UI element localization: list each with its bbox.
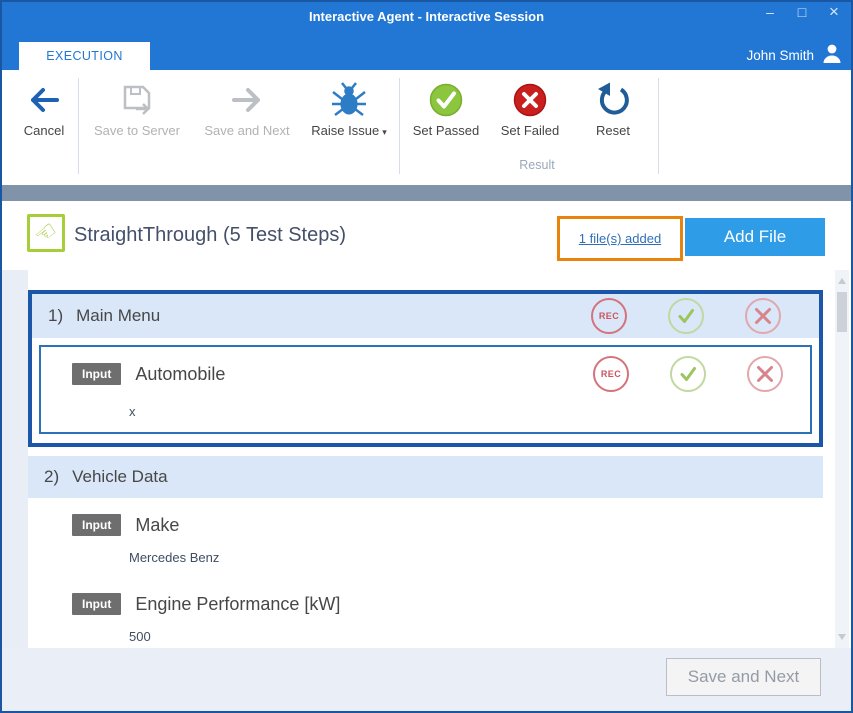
maximize-icon[interactable]: □: [793, 4, 811, 20]
set-passed-button[interactable]: Set Passed: [402, 78, 490, 138]
manual-test-hand-icon: ☜: [27, 214, 65, 252]
user-icon: [821, 42, 843, 69]
test-step-2-header[interactable]: 2) Vehicle Data: [28, 456, 823, 498]
add-file-button[interactable]: Add File: [685, 218, 825, 256]
substep-value: x: [41, 404, 810, 419]
ribbon-separator: [399, 78, 400, 174]
input-badge: Input: [72, 593, 121, 615]
list-gutter: [2, 270, 28, 648]
raise-issue-button[interactable]: Raise Issue▾: [301, 78, 397, 138]
set-failed-button[interactable]: Set Failed: [490, 78, 570, 138]
minimize-icon[interactable]: –: [761, 4, 779, 20]
dropdown-caret-icon: ▾: [382, 127, 387, 137]
save-and-next-footer-button[interactable]: Save and Next: [666, 658, 821, 696]
cancel-button[interactable]: Cancel: [12, 78, 76, 138]
test-header-panel: ☜ StraightThrough (5 Test Steps) 1 file(…: [2, 201, 851, 270]
files-link-highlight-box: 1 file(s) added: [557, 216, 683, 261]
section-divider-bar: [2, 185, 851, 201]
step-failed-icon[interactable]: [745, 298, 781, 334]
save-and-next-button[interactable]: Save and Next: [193, 78, 301, 138]
next-arrow-icon: [227, 80, 267, 120]
ribbon-separator: [78, 78, 79, 174]
reset-button[interactable]: Reset: [570, 78, 656, 138]
step-failed-icon[interactable]: [747, 356, 783, 392]
substep-make[interactable]: Input Make Mercedes Benz: [28, 514, 823, 565]
step-passed-icon[interactable]: [670, 356, 706, 392]
back-arrow-icon: [24, 80, 64, 120]
substep-automobile[interactable]: Input Automobile REC x: [39, 345, 812, 434]
files-added-link[interactable]: 1 file(s) added: [579, 231, 661, 246]
window-title: Interactive Agent - Interactive Session: [0, 0, 853, 32]
substep-value: Mercedes Benz: [28, 550, 823, 565]
substep-engine-performance[interactable]: Input Engine Performance [kW] 500: [28, 593, 823, 644]
scrollbar-up-icon[interactable]: [838, 278, 846, 284]
input-badge: Input: [72, 514, 121, 536]
record-icon[interactable]: REC: [593, 356, 629, 392]
user-name: John Smith: [746, 48, 814, 63]
undo-arrow-icon: [593, 80, 633, 120]
test-steps-list: 1) Main Menu REC Input: [2, 270, 851, 648]
tab-execution[interactable]: EXECUTION: [19, 42, 150, 70]
save-to-server-button[interactable]: Save to Server: [81, 78, 193, 138]
substep-value: 500: [28, 629, 823, 644]
substep-label: Automobile: [135, 364, 225, 385]
scrollbar-thumb[interactable]: [837, 292, 847, 332]
substep-label: Engine Performance [kW]: [135, 594, 340, 615]
scrollbar-down-icon[interactable]: [838, 634, 846, 640]
ribbon-group-result-label: Result: [404, 158, 670, 172]
test-step-2: 2) Vehicle Data Input Make Mercedes Benz…: [28, 456, 823, 644]
test-title: StraightThrough (5 Test Steps): [74, 201, 346, 270]
footer-bar: Save and Next: [2, 648, 851, 711]
test-step-1-header[interactable]: 1) Main Menu REC: [32, 294, 819, 338]
close-icon[interactable]: ×: [825, 4, 843, 20]
ribbon-toolbar: Cancel Save to Server Save and Next Ra: [2, 70, 851, 185]
step-passed-icon[interactable]: [668, 298, 704, 334]
save-disk-icon: [117, 80, 157, 120]
user-account[interactable]: John Smith: [746, 42, 843, 68]
title-bar: Interactive Agent - Interactive Session …: [0, 0, 853, 70]
substep-label: Make: [135, 515, 179, 536]
app-window: Interactive Agent - Interactive Session …: [0, 0, 853, 713]
input-badge: Input: [72, 363, 121, 385]
window-controls: – □ ×: [761, 4, 843, 20]
record-icon[interactable]: REC: [591, 298, 627, 334]
passed-check-icon: [426, 80, 466, 120]
scrollbar[interactable]: [835, 270, 849, 648]
failed-x-icon: [510, 80, 550, 120]
test-step-1: 1) Main Menu REC Input: [28, 290, 823, 447]
bug-icon: [329, 80, 369, 120]
